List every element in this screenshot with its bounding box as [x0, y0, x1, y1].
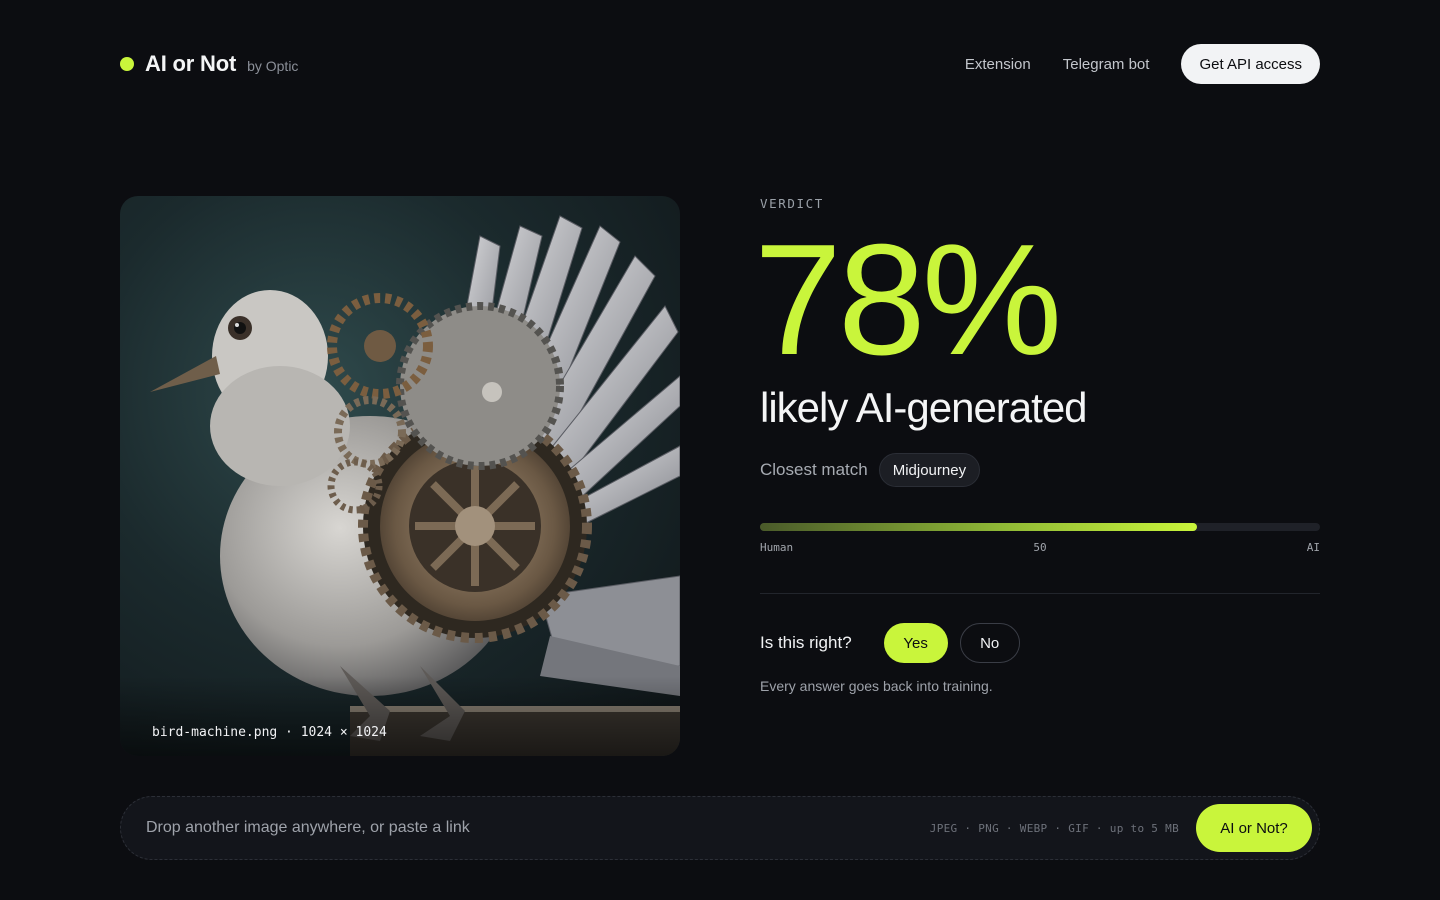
brand-byline: by Optic — [247, 57, 299, 74]
closest-match-row: Closest match Midjourney — [760, 453, 1320, 487]
supported-formats: JPEG · PNG · WEBP · GIF · up to 5 MB — [929, 821, 1179, 835]
nav: Extension Telegram bot Get API access — [965, 44, 1320, 84]
confidence-meter-fill — [760, 523, 1197, 531]
uploaded-image-card: bird-machine.png · 1024 × 1024 — [120, 196, 680, 756]
verdict-text: likely AI-generated — [760, 384, 1088, 431]
meter-label-ai: AI — [1306, 541, 1320, 554]
verdict-panel: VERDICT 78% likely AI-generated Closest … — [754, 196, 1320, 694]
meter-label-human: Human — [760, 541, 794, 554]
verdict-percent: 78% — [754, 212, 1062, 388]
meter-labels: Human 50 AI — [760, 541, 1320, 557]
top-bar: AI or Not by Optic Extension Telegram bo… — [120, 44, 1320, 84]
feedback-question: Is this right? — [760, 633, 852, 652]
confidence-meter — [760, 523, 1320, 531]
closest-match-label: Closest match — [760, 460, 868, 479]
brand[interactable]: AI or Not by Optic — [120, 44, 298, 84]
yes-button[interactable]: Yes — [883, 623, 948, 663]
caption-shade — [120, 676, 680, 756]
mechanical-bird-illustration — [150, 215, 680, 756]
nav-link-extension[interactable]: Extension — [965, 56, 1031, 73]
feedback-row: Is this right? Yes No — [760, 622, 1320, 664]
divider — [760, 593, 1320, 594]
drop-zone-placeholder[interactable]: Drop another image anywhere, or paste a … — [146, 797, 470, 859]
drop-bar[interactable]: Drop another image anywhere, or paste a … — [120, 796, 1320, 860]
meter-label-mid: 50 — [1033, 541, 1047, 554]
nav-link-telegram-bot[interactable]: Telegram bot — [1063, 56, 1150, 73]
no-button[interactable]: No — [959, 623, 1020, 663]
closest-match-chip: Midjourney — [878, 453, 981, 487]
image-file-caption: bird-machine.png · 1024 × 1024 — [152, 725, 387, 740]
ai-or-not-button[interactable]: AI or Not? — [1196, 804, 1312, 852]
feedback-note: Every answer goes back into training. — [760, 678, 993, 694]
brand-dot-icon — [120, 57, 134, 71]
verdict-label: VERDICT — [760, 196, 824, 211]
brand-name: AI or Not — [145, 51, 237, 76]
get-api-access-button[interactable]: Get API access — [1181, 44, 1320, 84]
